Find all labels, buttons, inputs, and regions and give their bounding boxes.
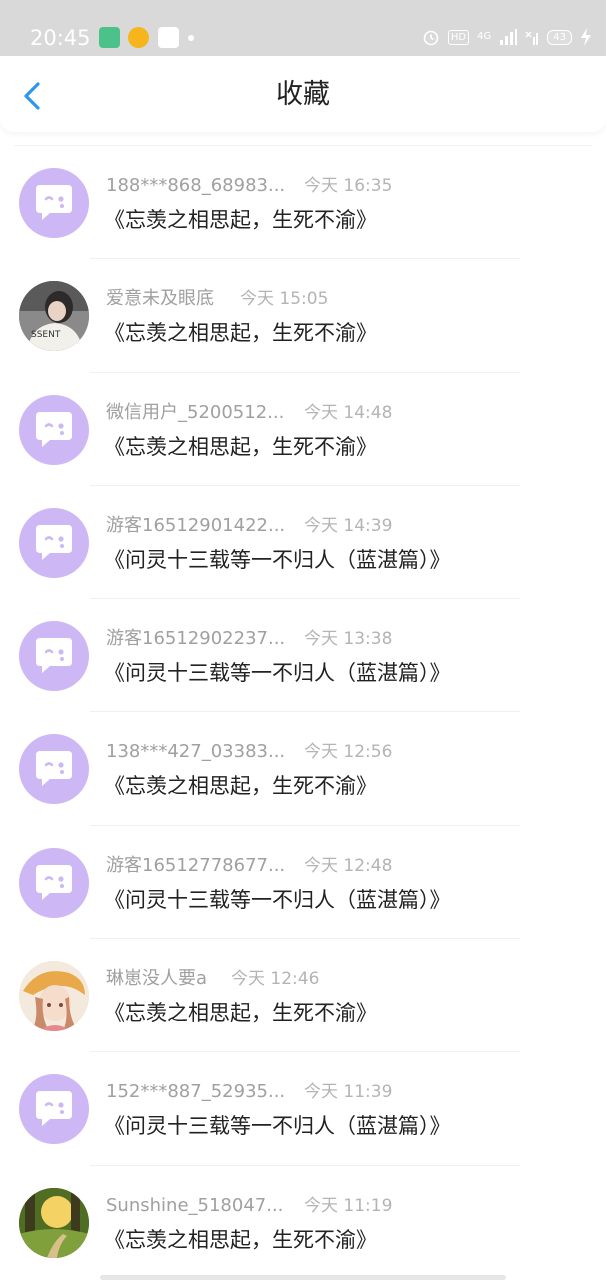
avatar[interactable]: SSENT (19, 281, 89, 352)
user-photo-icon (19, 1187, 89, 1258)
avatar[interactable] (19, 394, 89, 465)
list-item[interactable]: 游客16512901422... 今天 14:39 《问灵十三载等一不归人（蓝湛… (0, 486, 606, 600)
chat-bubble-icon (36, 864, 72, 900)
user-name: 琳崽没人要a (106, 968, 208, 990)
weibo-icon (128, 27, 149, 48)
list-item[interactable]: 138***427_03383... 今天 12:56 《忘羡之相思起，生死不渝… (0, 712, 606, 826)
timestamp: 今天 13:38 (304, 629, 393, 650)
status-right-group: HD 4G 43 (422, 25, 592, 49)
favorites-list: 188***868_68983... 今天 16:35 《忘羡之相思起，生死不渝… (0, 146, 606, 1279)
timestamp: 今天 16:35 (304, 176, 393, 196)
alarm-icon (423, 30, 439, 46)
story-title[interactable]: 《忘羡之相思起，生死不渝》 (104, 319, 377, 347)
chat-bubble-icon (36, 638, 72, 674)
story-title[interactable]: 《问灵十三载等一不归人（蓝湛篇）》 (104, 659, 451, 687)
map-pin-icon (158, 27, 179, 48)
user-name: Sunshine_518047... (106, 1194, 284, 1216)
scroll-indicator (100, 1275, 506, 1280)
list-item[interactable]: 188***868_68983... 今天 16:35 《忘羡之相思起，生死不渝… (0, 146, 606, 260)
story-title[interactable]: 《忘羡之相思起，生死不渝》 (104, 1226, 377, 1254)
avatar[interactable] (19, 961, 89, 1032)
header-bar: 收藏 (0, 56, 606, 132)
user-name: 138***427_03383... (106, 741, 286, 763)
user-name: 游客16512902237... (106, 628, 286, 650)
timestamp: 今天 15:05 (240, 289, 329, 310)
list-item[interactable]: SSENT 爱意未及眼底 今天 15:05 《忘羡之相思起，生死不渝》 (0, 259, 606, 373)
chat-bubble-icon (36, 1091, 72, 1127)
hd-badge: HD (447, 29, 470, 45)
signal-off-icon (525, 31, 539, 45)
page-title: 收藏 (276, 79, 330, 110)
user-name: 微信用户_5200512... (106, 401, 285, 423)
user-name: 152***887_52935... (106, 1081, 286, 1103)
story-title[interactable]: 《忘羡之相思起，生死不渝》 (104, 999, 377, 1027)
battery-indicator: 43 (547, 29, 572, 45)
list-item[interactable]: 游客16512778677... 今天 12:48 《问灵十三载等一不归人（蓝湛… (0, 826, 606, 940)
list-item[interactable]: 游客16512902237... 今天 13:38 《问灵十三载等一不归人（蓝湛… (0, 599, 606, 713)
timestamp: 今天 14:48 (304, 402, 393, 423)
timestamp: 今天 11:39 (304, 1082, 393, 1103)
avatar[interactable] (19, 734, 89, 805)
user-photo-icon (19, 961, 89, 1032)
timestamp: 今天 12:56 (304, 742, 393, 763)
avatar[interactable] (19, 507, 89, 578)
user-name: 游客16512901422... (106, 514, 286, 536)
list-item[interactable]: Sunshine_518047... 今天 11:19 《忘羡之相思起，生死不渝… (0, 1166, 606, 1279)
charging-icon (581, 28, 591, 46)
timestamp: 今天 11:19 (304, 1195, 393, 1216)
avatar[interactable] (19, 1187, 89, 1258)
user-photo-icon: SSENT (19, 281, 89, 352)
avatar[interactable] (19, 847, 89, 918)
chat-bubble-icon (36, 411, 72, 447)
status-time: 20:45 (30, 26, 91, 50)
avatar[interactable] (19, 1074, 89, 1145)
chat-bubble-icon (36, 751, 72, 787)
story-title[interactable]: 《忘羡之相思起，生死不渝》 (104, 433, 377, 461)
story-title[interactable]: 《问灵十三载等一不归人（蓝湛篇）》 (104, 546, 451, 574)
timestamp: 今天 14:39 (304, 515, 393, 536)
user-name: 188***868_68983... (106, 175, 286, 196)
story-title[interactable]: 《问灵十三载等一不归人（蓝湛篇）》 (104, 1112, 451, 1140)
avatar[interactable] (19, 168, 89, 238)
chat-bubble-icon (36, 524, 72, 560)
more-notifications-dot (188, 35, 194, 41)
user-name: 爱意未及眼底 (106, 288, 214, 310)
story-title[interactable]: 《忘羡之相思起，生死不渝》 (104, 206, 377, 234)
story-title[interactable]: 《忘羡之相思起，生死不渝》 (104, 772, 377, 800)
status-bar: 20:45 HD 4G 43 (0, 0, 606, 56)
timestamp: 今天 12:46 (231, 969, 320, 990)
avatar[interactable] (19, 621, 89, 692)
chat-bubble-icon (36, 185, 72, 220)
story-title[interactable]: 《问灵十三载等一不归人（蓝湛篇）》 (104, 886, 451, 914)
list-item[interactable]: 琳崽没人要a 今天 12:46 《忘羡之相思起，生死不渝》 (0, 939, 606, 1053)
svg-text:SSENT: SSENT (31, 330, 61, 340)
list-item[interactable]: 152***887_52935... 今天 11:39 《问灵十三载等一不归人（… (0, 1052, 606, 1166)
timestamp: 今天 12:48 (304, 855, 393, 876)
user-name: 游客16512778677... (106, 854, 286, 876)
list-item[interactable]: 微信用户_5200512... 今天 14:48 《忘羡之相思起，生死不渝》 (0, 373, 606, 486)
network-label: 4G (477, 31, 492, 42)
app-notification-icon (99, 27, 120, 48)
signal-icon (500, 29, 518, 45)
